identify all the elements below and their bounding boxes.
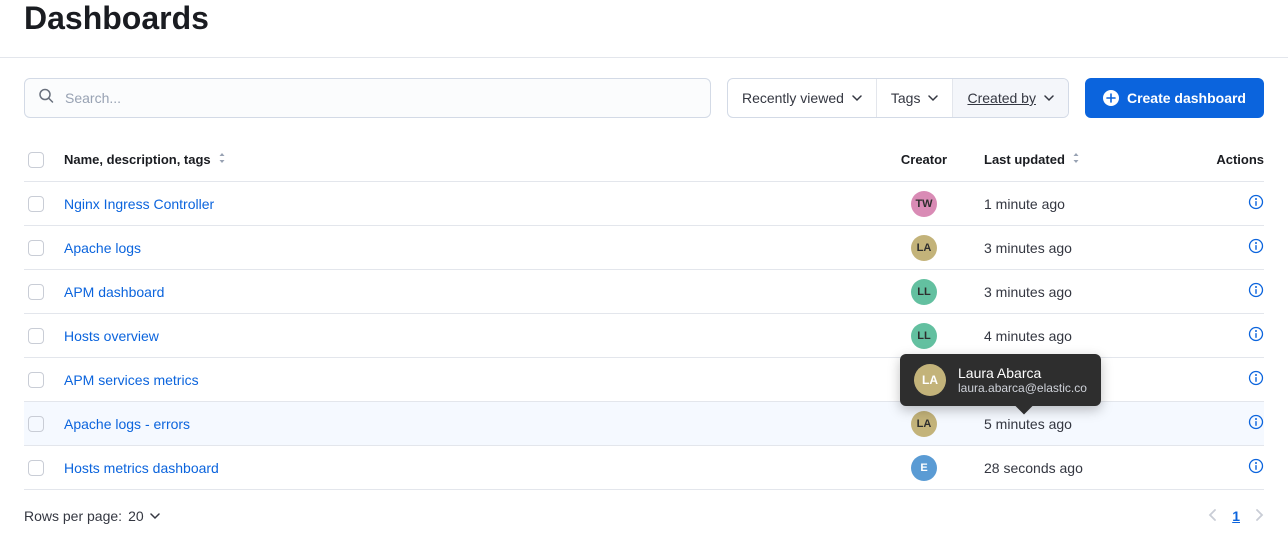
row-checkbox[interactable]	[28, 284, 44, 300]
info-icon[interactable]	[1248, 282, 1264, 301]
col-creator: Creator	[864, 152, 984, 167]
info-icon[interactable]	[1248, 414, 1264, 433]
dashboard-link[interactable]: Apache logs	[64, 240, 141, 256]
last-updated-text: 3 minutes ago	[984, 240, 1072, 256]
create-button-label: Create dashboard	[1127, 90, 1246, 106]
table-row: Apache logs - errors LA 5 minutes ago	[24, 402, 1264, 446]
table-row: APM dashboard LL 3 minutes ago	[24, 270, 1264, 314]
filter-label: Recently viewed	[742, 90, 844, 106]
page-title: Dashboards	[24, 0, 1264, 37]
last-updated-text: 1 minute ago	[984, 196, 1065, 212]
search-input[interactable]	[24, 78, 711, 118]
row-checkbox[interactable]	[28, 416, 44, 432]
chevron-down-icon	[150, 508, 160, 524]
info-icon[interactable]	[1248, 370, 1264, 389]
filter-recently-viewed[interactable]: Recently viewed	[728, 79, 877, 117]
chevron-down-icon	[928, 90, 938, 106]
select-all-checkbox[interactable]	[28, 152, 44, 168]
avatar[interactable]: TW	[911, 191, 937, 217]
info-icon[interactable]	[1248, 326, 1264, 345]
table-header: Name, description, tags Creator Last upd…	[24, 138, 1264, 182]
info-icon[interactable]	[1248, 238, 1264, 257]
table-row: Apache logs LA 3 minutes ago	[24, 226, 1264, 270]
col-actions: Actions	[1184, 152, 1264, 167]
page-number[interactable]: 1	[1232, 508, 1240, 524]
chevron-down-icon	[852, 90, 862, 106]
avatar[interactable]: LA	[911, 235, 937, 261]
col-last-updated[interactable]: Last updated	[984, 152, 1184, 167]
sort-icon	[217, 152, 227, 167]
search-wrap	[24, 78, 711, 118]
dashboard-link[interactable]: Apache logs - errors	[64, 416, 190, 432]
last-updated-text: 28 seconds ago	[984, 460, 1083, 476]
dashboards-table: Name, description, tags Creator Last upd…	[0, 138, 1288, 490]
filter-created-by[interactable]: Created by	[953, 79, 1067, 117]
sort-icon	[1071, 152, 1081, 167]
table-row: Hosts overview LL 4 minutes ago	[24, 314, 1264, 358]
last-updated-text: 5 minutes ago	[984, 416, 1072, 432]
pagination: 1	[1208, 508, 1264, 524]
tooltip-email: laura.abarca@elastic.co	[958, 381, 1087, 395]
avatar[interactable]: E	[911, 455, 937, 481]
row-checkbox[interactable]	[28, 460, 44, 476]
filter-label: Tags	[891, 90, 921, 106]
info-icon[interactable]	[1248, 194, 1264, 213]
rows-per-page[interactable]: Rows per page: 20	[24, 508, 160, 524]
row-checkbox[interactable]	[28, 328, 44, 344]
create-dashboard-button[interactable]: Create dashboard	[1085, 78, 1264, 118]
row-checkbox[interactable]	[28, 240, 44, 256]
dashboard-link[interactable]: Nginx Ingress Controller	[64, 196, 214, 212]
plus-circle-icon	[1103, 90, 1119, 106]
rows-value: 20	[128, 508, 144, 524]
last-updated-text: 3 minutes ago	[984, 284, 1072, 300]
dashboard-link[interactable]: APM services metrics	[64, 372, 199, 388]
dashboard-link[interactable]: Hosts metrics dashboard	[64, 460, 219, 476]
filter-label: Created by	[967, 90, 1035, 106]
avatar[interactable]: LL	[911, 323, 937, 349]
row-checkbox[interactable]	[28, 196, 44, 212]
dashboard-link[interactable]: Hosts overview	[64, 328, 159, 344]
dashboard-link[interactable]: APM dashboard	[64, 284, 164, 300]
col-name[interactable]: Name, description, tags	[64, 152, 864, 167]
table-footer: Rows per page: 20 1	[0, 490, 1288, 524]
row-checkbox[interactable]	[28, 372, 44, 388]
chevron-down-icon	[1044, 90, 1054, 106]
table-row: Nginx Ingress Controller TW 1 minute ago	[24, 182, 1264, 226]
search-icon	[38, 88, 54, 109]
table-wrap: Name, description, tags Creator Last upd…	[0, 138, 1288, 490]
prev-page[interactable]	[1208, 508, 1218, 524]
avatar: LA	[914, 364, 946, 396]
avatar[interactable]: LA	[911, 411, 937, 437]
table-row: Hosts metrics dashboard E 28 seconds ago	[24, 446, 1264, 490]
next-page[interactable]	[1254, 508, 1264, 524]
info-icon[interactable]	[1248, 458, 1264, 477]
toolbar: Recently viewed Tags Created by Create d…	[0, 58, 1288, 138]
tooltip-name: Laura Abarca	[958, 365, 1087, 381]
rows-label: Rows per page:	[24, 508, 122, 524]
avatar[interactable]: LL	[911, 279, 937, 305]
filter-tags[interactable]: Tags	[877, 79, 954, 117]
last-updated-text: 4 minutes ago	[984, 328, 1072, 344]
creator-tooltip: LA Laura Abarca laura.abarca@elastic.co	[900, 354, 1101, 406]
filter-group: Recently viewed Tags Created by	[727, 78, 1069, 118]
